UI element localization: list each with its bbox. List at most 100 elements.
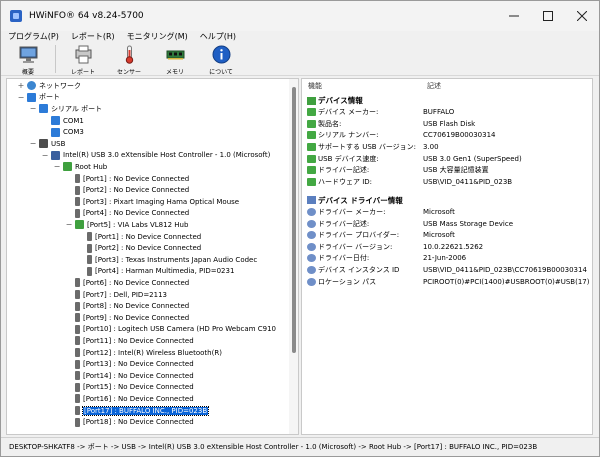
collapse-toggle[interactable]: −: [53, 163, 61, 171]
tree-item[interactable]: [Port4] : Harman Multimedia, PID=0231: [87, 266, 234, 278]
tree-item[interactable]: [Port17] : BUFFALO INC., PID=023B: [75, 405, 210, 417]
usbdev-icon: [87, 232, 92, 242]
tree-item[interactable]: [Port14] : No Device Connected: [75, 370, 194, 382]
menu-report[interactable]: レポート(R): [64, 31, 120, 42]
detail-row[interactable]: 製品名: USB Flash Disk: [307, 118, 591, 129]
minimize-button[interactable]: [497, 1, 531, 31]
menu-program[interactable]: プログラム(P): [1, 31, 64, 42]
green-usb-icon: [307, 177, 316, 186]
detail-row[interactable]: デバイス メーカー: BUFFALO: [307, 107, 591, 118]
tree-item[interactable]: [Port5] : VIA Labs VL812 Hub: [75, 219, 188, 231]
usbdev-icon: [75, 324, 80, 334]
maximize-button[interactable]: [531, 1, 565, 31]
tree-scrollbar-thumb[interactable]: [292, 87, 296, 353]
tree-item[interactable]: [Port8] : No Device Connected: [75, 300, 189, 312]
detail-value: Microsoft: [423, 207, 455, 216]
about-button[interactable]: について: [198, 43, 244, 76]
tree-item-label: [Port14] : No Device Connected: [83, 371, 194, 380]
tree-item[interactable]: [Port1] : No Device Connected: [75, 173, 189, 185]
detail-row[interactable]: ドライバー バージョン: 10.0.22621.5262: [307, 241, 591, 252]
tree-item[interactable]: Intel(R) USB 3.0 eXtensible Host Control…: [51, 150, 270, 162]
detail-row[interactable]: ドライバー記述: USB 大容量記憶装置: [307, 165, 591, 176]
menu-monitoring[interactable]: モニタリング(M): [120, 31, 193, 42]
close-button[interactable]: [565, 1, 599, 31]
tree-item[interactable]: [Port18] : No Device Connected: [75, 416, 194, 428]
tree-item[interactable]: [Port12] : Intel(R) Wireless Bluetooth(R…: [75, 347, 222, 359]
tree-item[interactable]: [Port2] : No Device Connected: [75, 184, 189, 196]
tree-item-label: [Port5] : VIA Labs VL812 Hub: [87, 220, 189, 229]
tree-item[interactable]: Root Hub: [63, 161, 107, 173]
usbdev-icon: [75, 336, 80, 346]
collapse-toggle[interactable]: −: [41, 151, 49, 160]
tree-item[interactable]: [Port7] : Dell, PID=2113: [75, 289, 167, 301]
tree-item[interactable]: USB: [39, 138, 65, 150]
tree-item[interactable]: [Port11] : No Device Connected: [75, 335, 194, 347]
tree-scrollbar[interactable]: [289, 79, 298, 434]
usbhub-icon: [39, 139, 48, 149]
description-column-header[interactable]: 記述: [427, 81, 441, 92]
usbdev-icon: [87, 243, 92, 253]
usbdev-icon: [75, 417, 80, 427]
detail-row[interactable]: ドライバー記述: USB Mass Storage Device: [307, 218, 591, 229]
detail-key-label: ドライバー日付:: [318, 254, 370, 263]
tree-item-label: ポート: [39, 93, 60, 102]
tree-item-label: [Port2] : No Device Connected: [83, 186, 190, 195]
usb-device-icon: [307, 96, 316, 105]
detail-key-label: ドライバー プロバイダー:: [318, 231, 400, 240]
detail-row[interactable]: ハードウェア ID: USB\VID_0411&PID_023B: [307, 176, 591, 187]
detail-key-label: 製品名:: [318, 119, 342, 128]
detail-row[interactable]: USB デバイス速度: USB 3.0 Gen1 (SuperSpeed): [307, 153, 591, 164]
green-usb-icon: [307, 142, 316, 151]
tree-item[interactable]: ネットワーク: [27, 80, 81, 92]
sensor-button[interactable]: センサー: [106, 43, 152, 76]
tree-item[interactable]: [Port13] : No Device Connected: [75, 358, 194, 370]
menu-help[interactable]: ヘルプ(H): [193, 31, 241, 42]
tree-item-label: [Port3] : Texas Instruments Japan Audio …: [95, 255, 258, 264]
usbdev-icon: [75, 290, 80, 300]
tree-item[interactable]: [Port3] : Pixart Imaging Hama Optical Mo…: [75, 196, 239, 208]
detail-value: 3.00: [423, 142, 439, 151]
detail-key-label: USB デバイス速度:: [318, 154, 379, 163]
tree-item[interactable]: COM3: [51, 126, 84, 138]
tree-item[interactable]: [Port15] : No Device Connected: [75, 382, 194, 394]
detail-key: ドライバー バージョン:: [307, 242, 423, 252]
collapse-toggle[interactable]: −: [29, 140, 37, 148]
tree-item[interactable]: [Port6] : No Device Connected: [75, 277, 189, 289]
tree-item[interactable]: ポート: [27, 92, 60, 104]
tree-item-label: ネットワーク: [39, 81, 81, 90]
detail-row[interactable]: サポートする USB バージョン: 3.00: [307, 141, 591, 152]
memory-button[interactable]: メモリ: [152, 43, 198, 76]
detail-row[interactable]: デバイス インスタンス ID USB\VID_0411&PID_023B\CC70…: [307, 264, 591, 275]
tree-item[interactable]: [Port10] : Logitech USB Camera (HD Pro W…: [75, 324, 276, 336]
detail-row[interactable]: ドライバー メーカー: Microsoft: [307, 206, 591, 217]
section-title: デバイス ドライバー情報: [318, 195, 403, 205]
usbdev-icon: [75, 197, 80, 207]
collapse-toggle[interactable]: −: [17, 93, 25, 102]
device-tree-pane[interactable]: ネットワーク + ポート − シリアル ポート − COM1 COM3 USB − Intel(R)…: [6, 78, 299, 435]
tree-item[interactable]: シリアル ポート: [39, 103, 102, 115]
expand-toggle[interactable]: +: [17, 82, 25, 90]
tree-item[interactable]: [Port2] : No Device Connected: [87, 242, 201, 254]
summary-button[interactable]: 概要: [5, 43, 51, 76]
tree-item[interactable]: [Port4] : No Device Connected: [75, 208, 189, 220]
detail-key: ドライバー プロバイダー:: [307, 230, 423, 240]
usbdev-icon: [87, 255, 92, 265]
report-button[interactable]: レポート: [60, 43, 106, 76]
tree-item[interactable]: [Port3] : Texas Instruments Japan Audio …: [87, 254, 257, 266]
detail-row[interactable]: ロケーション パス PCIROOT(0)#PCI(1400)#USBROOT(0)…: [307, 276, 591, 287]
detail-row[interactable]: シリアル ナンバー: CC70619B00030314: [307, 130, 591, 141]
section-heading: デバイス ドライバー情報: [307, 195, 403, 206]
usbdev-icon: [75, 174, 80, 184]
collapse-toggle[interactable]: −: [65, 221, 73, 229]
detail-row[interactable]: ドライバー日付: 21-Jun-2006: [307, 253, 591, 264]
memory-icon: [166, 50, 184, 60]
tree-item[interactable]: [Port1] : No Device Connected: [87, 231, 201, 243]
collapse-toggle[interactable]: −: [29, 105, 37, 113]
tree-item[interactable]: [Port16] : No Device Connected: [75, 393, 194, 405]
feature-column-header[interactable]: 機能: [308, 81, 322, 92]
tree-item[interactable]: COM1: [51, 115, 84, 127]
green-usb-icon: [307, 108, 316, 117]
detail-row[interactable]: ドライバー プロバイダー: Microsoft: [307, 230, 591, 241]
tree-item[interactable]: [Port9] : No Device Connected: [75, 312, 189, 324]
details-pane[interactable]: 機能 記述 デバイス情報 デバイス メーカー: BUFFALO 製品名: USB Fla…: [301, 78, 593, 435]
